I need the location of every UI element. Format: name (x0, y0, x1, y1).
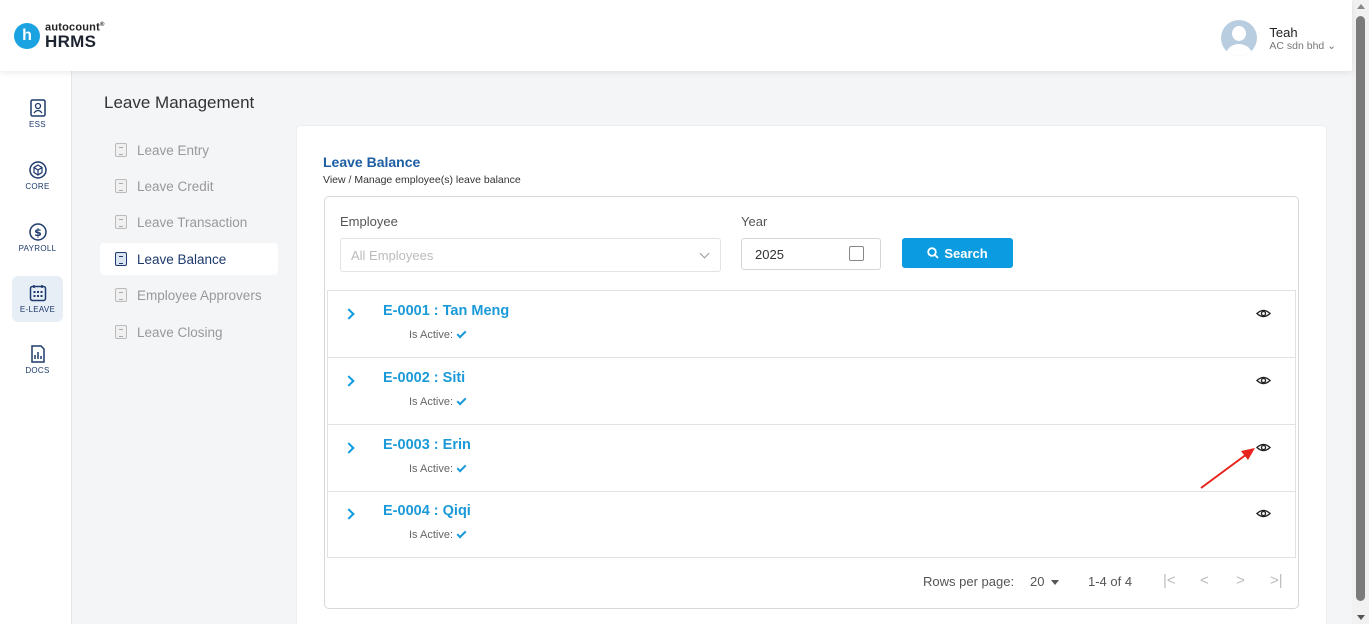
subnav-label: Leave Entry (137, 142, 210, 158)
document-icon (115, 252, 127, 266)
subnav-item-leave-transaction[interactable]: Leave Transaction (100, 206, 278, 238)
document-icon (115, 179, 127, 193)
subnav-item-employee-approvers[interactable]: Employee Approvers (100, 279, 278, 311)
subnav-item-leave-closing[interactable]: Leave Closing (100, 316, 278, 348)
search-icon (927, 247, 939, 259)
rail-label: PAYROLL (18, 244, 57, 253)
list-item[interactable]: E-0003 : Erin Is Active: (328, 425, 1295, 492)
check-icon (456, 328, 467, 339)
employee-name[interactable]: E-0001 : Tan Meng (383, 303, 509, 319)
rail-item-e-leave[interactable]: E-LEAVE (12, 276, 63, 322)
year-value: 2025 (755, 247, 784, 262)
list-item[interactable]: E-0001 : Tan Meng Is Active: (328, 291, 1295, 358)
document-icon (115, 215, 127, 229)
svg-text:$: $ (34, 226, 42, 239)
chevron-right-icon[interactable] (343, 375, 355, 387)
scroll-thumb[interactable] (1356, 16, 1365, 601)
dollar-icon: $ (28, 223, 47, 241)
rail-label: CORE (25, 182, 50, 191)
document-icon (115, 325, 127, 339)
filter-panel: Employee All Employees Year 2025 Search … (324, 196, 1299, 609)
employee-list: E-0001 : Tan Meng Is Active: E-0002 : Si… (327, 290, 1296, 558)
page-range: 1-4 of 4 (1088, 574, 1133, 589)
eye-icon[interactable] (1256, 506, 1271, 521)
calendar-icon[interactable] (849, 246, 864, 261)
active-label: Is Active: (409, 529, 454, 541)
rail-item-docs[interactable]: DOCS (12, 337, 63, 383)
app-logo[interactable]: h autocount® HRMS (14, 22, 105, 50)
subnav-label: Employee Approvers (137, 287, 262, 303)
module-rail: ESS CORE $ PAYROLL E-LEAVE DOCS (0, 71, 72, 624)
subnav-item-leave-credit[interactable]: Leave Credit (100, 170, 278, 202)
cube-icon (28, 161, 47, 179)
rows-per-page-label: Rows per page: (923, 574, 1015, 589)
page-scrollbar[interactable] (1352, 0, 1369, 624)
employee-name[interactable]: E-0003 : Erin (383, 437, 471, 453)
page-title: Leave Balance (323, 154, 421, 170)
chevron-right-icon[interactable] (343, 308, 355, 320)
docs-icon (29, 345, 47, 363)
year-field[interactable]: 2025 (741, 238, 881, 270)
check-icon (456, 462, 467, 473)
employee-name[interactable]: E-0004 : Qiqi (383, 503, 471, 519)
employee-name[interactable]: E-0002 : Siti (383, 370, 465, 386)
company-selector[interactable]: AC sdn bhd ⌄ (1269, 40, 1336, 52)
last-page-button[interactable]: >| (1270, 572, 1283, 589)
leave-balance-card: Leave Balance View / Manage employee(s) … (297, 126, 1326, 624)
eye-icon[interactable] (1256, 373, 1271, 388)
list-item[interactable]: E-0004 : Qiqi Is Active: (328, 491, 1295, 558)
active-label: Is Active: (409, 329, 454, 341)
annotation-arrow-icon (1200, 448, 1255, 489)
calendar-icon (29, 284, 47, 302)
active-label: Is Active: (409, 396, 454, 408)
employee-label: Employee (340, 214, 398, 229)
check-icon (456, 395, 467, 406)
document-icon (115, 143, 127, 157)
user-name: Teah (1269, 24, 1298, 40)
avatar[interactable] (1221, 20, 1258, 56)
search-button[interactable]: Search (902, 238, 1013, 268)
list-item[interactable]: E-0002 : Siti Is Active: (328, 358, 1295, 425)
document-icon (115, 288, 127, 302)
logo-name-big: HRMS (45, 31, 97, 51)
rail-item-payroll[interactable]: $ PAYROLL (12, 215, 63, 261)
subnav-label: Leave Transaction (137, 214, 248, 230)
scroll-down-icon[interactable] (1357, 615, 1365, 620)
subnav-item-leave-entry[interactable]: Leave Entry (100, 134, 278, 166)
first-page-button[interactable]: |< (1163, 572, 1176, 589)
subnav-label: Leave Balance (137, 251, 227, 267)
section-title: Leave Management (104, 93, 255, 112)
user-menu[interactable]: Teah AC sdn bhd ⌄ (1221, 20, 1336, 56)
next-page-button[interactable]: > (1236, 572, 1245, 589)
rail-item-core[interactable]: CORE (12, 153, 63, 199)
prev-page-button[interactable]: < (1200, 572, 1209, 589)
rail-label: E-LEAVE (19, 305, 56, 314)
ess-icon (29, 99, 47, 117)
caret-down-icon[interactable] (1051, 580, 1059, 585)
chevron-down-icon (699, 248, 710, 259)
employee-select-placeholder: All Employees (351, 248, 434, 263)
logo-mark: ® (99, 22, 105, 28)
page-subtitle: View / Manage employee(s) leave balance (323, 174, 521, 186)
active-label: Is Active: (409, 463, 454, 475)
logo-icon: h (14, 22, 40, 49)
eye-icon[interactable] (1256, 306, 1271, 321)
rail-label: DOCS (25, 366, 50, 375)
rows-per-page-select[interactable]: 20 (1030, 574, 1044, 589)
subnav-label: Leave Credit (137, 178, 214, 194)
rail-item-ess[interactable]: ESS (12, 91, 63, 137)
rail-label: ESS (29, 120, 46, 129)
scroll-up-icon[interactable] (1357, 4, 1365, 9)
top-bar: h autocount® HRMS Teah AC sdn bhd ⌄ (0, 0, 1352, 71)
subnav-item-leave-balance[interactable]: Leave Balance (100, 243, 278, 275)
search-button-label: Search (944, 245, 988, 261)
subnav-label: Leave Closing (137, 324, 223, 340)
chevron-right-icon[interactable] (343, 508, 355, 520)
employee-select[interactable]: All Employees (340, 238, 721, 272)
chevron-right-icon[interactable] (343, 442, 355, 454)
pagination: Rows per page: 20 1-4 of 4 |< < > >| (325, 569, 1298, 595)
year-label: Year (741, 214, 768, 229)
check-icon (456, 528, 467, 539)
